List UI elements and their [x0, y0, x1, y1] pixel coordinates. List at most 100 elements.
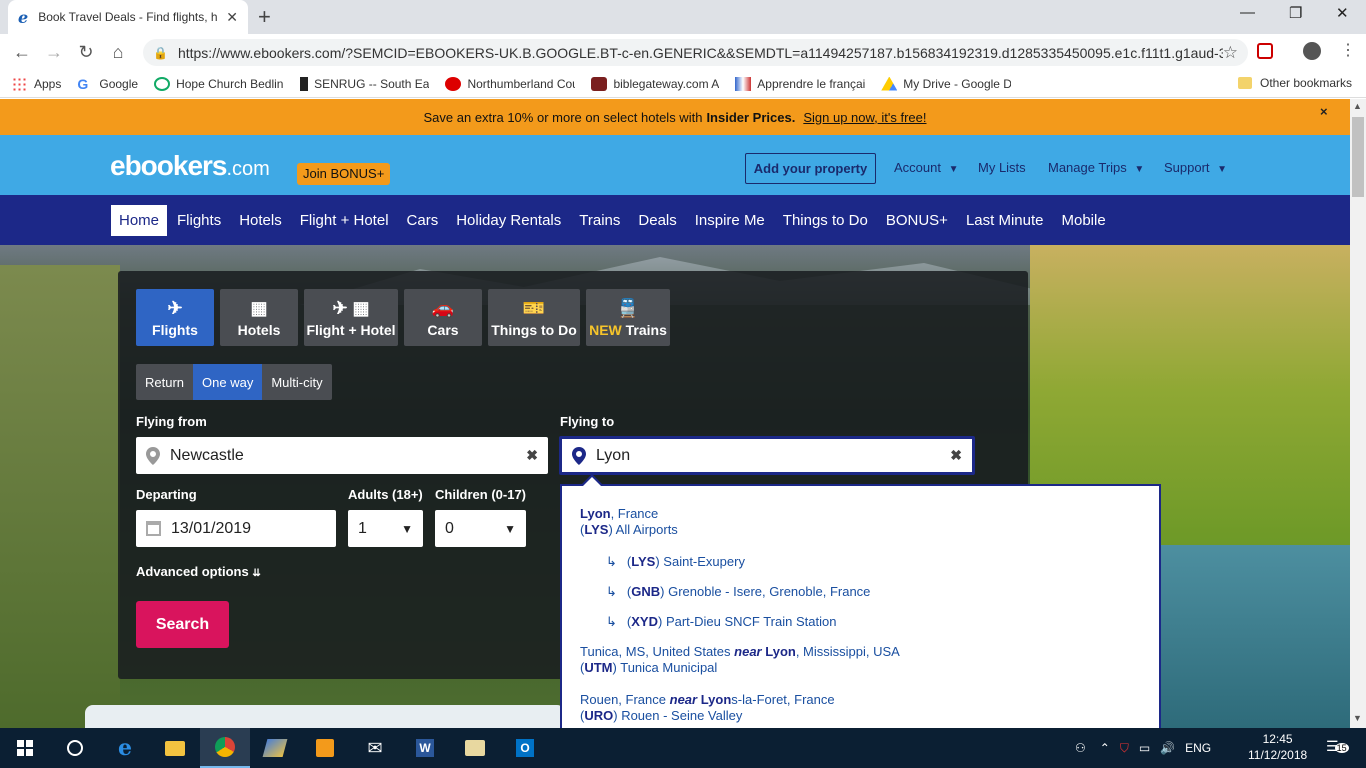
app-icon[interactable] [250, 728, 300, 768]
new-tab-button[interactable]: + [258, 4, 271, 30]
nav-cars[interactable]: Cars [399, 205, 447, 236]
my-lists-link[interactable]: My Lists [978, 160, 1026, 175]
children-select[interactable]: 0 ▼ [435, 510, 526, 547]
sub-arrow-icon: ↳ [606, 584, 617, 599]
language-indicator[interactable]: ENG [1185, 741, 1211, 755]
people-icon[interactable]: ⚇ [1075, 741, 1086, 755]
flying-from-input[interactable]: Newcastle ✖ [136, 437, 548, 474]
volume-icon[interactable]: 🔊 [1160, 741, 1175, 755]
cortana-search-icon[interactable] [50, 728, 100, 768]
maximize-icon[interactable]: ❐ [1289, 4, 1302, 22]
scroll-up-icon[interactable]: ▲ [1353, 101, 1362, 111]
reload-icon[interactable]: ↻ [70, 42, 102, 63]
address-bar[interactable]: 🔒 https://www.ebookers.com/?SEMCID=EBOOK… [143, 39, 1248, 66]
show-hidden-icons-chevron-icon[interactable]: ⌃ [1100, 741, 1110, 755]
bookmark-northumberland[interactable]: Northumberland Cou [445, 76, 575, 91]
tab-trains[interactable]: 🚆 NEW Trains [586, 289, 670, 346]
promo-signup-link[interactable]: Sign up now, it's free! [803, 110, 926, 125]
trip-multi-city[interactable]: Multi-city [262, 364, 331, 400]
hotel-building-icon: ▦ [250, 297, 268, 318]
tab-cars[interactable]: 🚗 Cars [404, 289, 482, 346]
bookmark-star-icon[interactable]: ☆ [1223, 43, 1238, 63]
action-center-icon[interactable]: ☰15 [1326, 738, 1349, 755]
advanced-options-toggle[interactable]: Advanced options ⇊ [136, 564, 261, 579]
clear-from-icon[interactable]: ✖ [526, 447, 538, 464]
home-icon[interactable]: ⌂ [102, 42, 134, 63]
suggestion-gnb-grenoble[interactable]: ↳ (GNB) Grenoble - Isere, Grenoble, Franc… [606, 584, 870, 600]
nav-holiday-rentals[interactable]: Holiday Rentals [448, 205, 569, 236]
nav-mobile[interactable]: Mobile [1053, 205, 1113, 236]
nav-things-to-do[interactable]: Things to Do [775, 205, 876, 236]
tab-title: Book Travel Deals - Find flights, h [38, 10, 218, 24]
bookmark-apps[interactable]: Apps [12, 76, 61, 91]
tab-flight-hotel[interactable]: ✈ ▦ Flight + Hotel [304, 289, 398, 346]
minimize-icon[interactable]: — [1240, 4, 1255, 21]
tab-things-to-do[interactable]: 🎫 Things to Do [488, 289, 580, 346]
promo-close-icon[interactable]: × [1320, 104, 1328, 119]
suggestion-xyd-part-dieu[interactable]: ↳ (XYD) Part-Dieu SNCF Train Station [606, 614, 836, 630]
chrome-taskbar-icon[interactable] [200, 728, 250, 768]
flying-to-input[interactable]: Lyon ✖ [559, 436, 975, 475]
search-button[interactable]: Search [136, 601, 229, 648]
suggestion-lys-saint-exupery[interactable]: ↳ (LYS) Saint-Exupery [606, 554, 745, 570]
close-tab-icon[interactable]: ✕ [226, 9, 238, 26]
tab-flights[interactable]: ✈ Flights [136, 289, 214, 346]
extension-icon[interactable] [1257, 43, 1273, 59]
security-shield-icon[interactable]: ⛉ [1120, 741, 1129, 756]
edge-icon[interactable]: e [100, 728, 150, 768]
nav-bonus[interactable]: BONUS+ [878, 205, 956, 236]
file-app-icon[interactable] [450, 728, 500, 768]
nav-last-minute[interactable]: Last Minute [958, 205, 1052, 236]
trip-one-way[interactable]: One way [193, 364, 263, 400]
chevron-down-icon: ▼ [1217, 164, 1228, 175]
word-icon[interactable]: W [400, 728, 450, 768]
manage-trips-menu[interactable]: Manage Trips ▼ [1048, 160, 1144, 175]
close-window-icon[interactable]: ✕ [1336, 4, 1349, 22]
adults-select[interactable]: 1 ▼ [348, 510, 423, 547]
nav-deals[interactable]: Deals [630, 205, 684, 236]
account-menu[interactable]: Account ▼ [894, 160, 959, 175]
clear-to-icon[interactable]: ✖ [950, 447, 962, 464]
scrollbar-thumb[interactable] [1352, 117, 1364, 197]
menu-kebab-icon[interactable]: ⋮ [1340, 40, 1356, 60]
media-player-icon[interactable] [300, 728, 350, 768]
taskbar-clock[interactable]: 12:45 11/12/2018 [1248, 731, 1307, 763]
bookmark-my-drive[interactable]: My Drive - Google Dr [881, 76, 1011, 91]
nav-home[interactable]: Home [111, 204, 168, 236]
join-bonus-button[interactable]: Join BONUS+ [297, 163, 391, 185]
page-scrollbar[interactable]: ▲ ▼ [1350, 99, 1366, 728]
flying-from-label: Flying from [136, 414, 207, 429]
destination-suggestions-dropdown: Lyon, France (LYS) All Airports ↳ (LYS) S… [560, 484, 1161, 728]
nav-flights[interactable]: Flights [169, 205, 229, 236]
suggestion-lyon[interactable]: Lyon, France (LYS) All Airports [580, 506, 678, 539]
apprendre-icon [735, 76, 752, 91]
nav-inspire-me[interactable]: Inspire Me [687, 205, 773, 236]
ebookers-logo[interactable]: ebookers.com [110, 150, 270, 182]
windows-start-icon[interactable] [0, 728, 50, 768]
forward-arrow-icon[interactable]: → [38, 42, 70, 63]
support-menu[interactable]: Support ▼ [1164, 160, 1227, 175]
other-bookmarks[interactable]: Other bookmarks [1238, 76, 1352, 90]
bookmark-apprendre[interactable]: Apprendre le français [735, 76, 865, 91]
network-icon[interactable]: ▭ [1139, 741, 1150, 755]
suggestion-rouen[interactable]: Rouen, France near Lyons-la-Foret, Franc… [580, 692, 835, 725]
departing-date-input[interactable]: 13/01/2019 [136, 510, 336, 547]
browser-tab[interactable]: e Book Travel Deals - Find flights, h ✕ [8, 0, 248, 34]
bookmark-google[interactable]: G Google [77, 77, 138, 91]
bookmark-senrug[interactable]: SENRUG -- South Ea [300, 76, 429, 91]
scroll-down-icon[interactable]: ▼ [1353, 713, 1362, 723]
profile-avatar-icon[interactable] [1303, 42, 1321, 60]
suggestion-tunica[interactable]: Tunica, MS, United States near Lyon, Mis… [580, 644, 900, 677]
nav-hotels[interactable]: Hotels [231, 205, 290, 236]
nav-trains[interactable]: Trains [571, 205, 628, 236]
tab-hotels[interactable]: ▦ Hotels [220, 289, 298, 346]
file-explorer-icon[interactable] [150, 728, 200, 768]
trip-return[interactable]: Return [136, 364, 193, 400]
add-property-button[interactable]: Add your property [745, 153, 876, 184]
back-arrow-icon[interactable]: ← [6, 42, 38, 63]
bookmark-biblegateway[interactable]: biblegateway.com A [591, 76, 719, 91]
nav-flight-hotel[interactable]: Flight + Hotel [292, 205, 397, 236]
bookmark-hope-church[interactable]: Hope Church Bedling [154, 76, 284, 91]
mail-icon[interactable]: ✉ [350, 728, 400, 768]
outlook-icon[interactable]: O [500, 728, 550, 768]
